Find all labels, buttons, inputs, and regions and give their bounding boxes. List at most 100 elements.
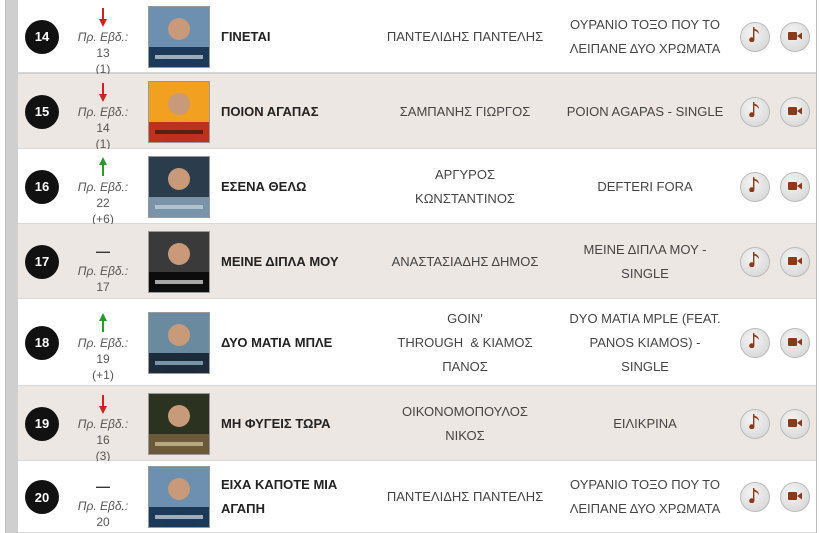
arrow-up-icon (70, 312, 136, 333)
previous-week-label: Πρ. Εβδ.: (77, 29, 129, 44)
album-name-line: ΜΕΙΝΕ ΔΙΠΛΑ ΜΟΥ - (583, 241, 707, 257)
previous-week-position: 14 (96, 120, 110, 135)
music-note-icon (749, 176, 761, 197)
music-note-icon (749, 26, 761, 47)
song-title[interactable]: ΜΕΙΝΕ ΔΙΠΛΑ ΜΟΥ (221, 250, 381, 274)
video-button[interactable] (780, 246, 810, 277)
arrow-up-icon (70, 156, 136, 177)
artist-name-line: ΠΑΝΤΕΛΙΔΗΣ ΠΑΝΤΕΛΗΣ (386, 489, 544, 504)
album-cover[interactable] (148, 5, 210, 68)
song-title[interactable]: ΕΙΧΑ ΚΑΠΟΤΕ ΜΙΑ ΑΓΑΠΗ (221, 473, 381, 521)
trend-info: Πρ. Εβδ.: 14 (1) (70, 82, 136, 152)
album-name[interactable]: ΟΥΡΑΝΙΟ ΤΟΞΟ ΠΟΥ ΤΟ ΛΕΙΠΑΝΕ ΔΥΟ ΧΡΩΜΑΤΑ (554, 473, 736, 521)
arrow-down-icon (70, 394, 136, 414)
artist-name-line: ΝΙΚΟΣ (445, 427, 485, 443)
listen-button[interactable] (740, 96, 770, 127)
music-note-icon (749, 101, 761, 122)
previous-week: Πρ. Εβδ.: 14 (70, 104, 136, 136)
song-title[interactable]: ΓΙΝΕΤΑΙ (221, 25, 381, 49)
chart-row: 19 Πρ. Εβδ.: 16 (3) ΜΗ ΦΥΓΕΙΣ ΤΩΡΑ ΟΙΚΟΝΟΜΟΠ… (18, 386, 816, 464)
previous-week-label: Πρ. Εβδ.: (77, 179, 129, 194)
song-title-line: ΕΙΧΑ ΚΑΠΟΤΕ ΜΙΑ (221, 477, 338, 492)
album-name[interactable]: ΟΥΡΑΝΙΟ ΤΟΞΟ ΠΟΥ ΤΟ ΛΕΙΠΑΝΕ ΔΥΟ ΧΡΩΜΑΤΑ (554, 13, 736, 61)
chart-position: 18 (25, 325, 59, 360)
album-name[interactable]: DYO MATIA MPLE (FEAT. PANOS KIAMOS) - SING… (554, 307, 736, 379)
album-name[interactable]: ΜΕΙΝΕ ΔΙΠΛΑ ΜΟΥ - SINGLE (554, 238, 736, 286)
trend-info: Πρ. Εβδ.: 16 (3) (70, 394, 136, 464)
listen-button[interactable] (740, 171, 770, 202)
song-title[interactable]: ΕΣΕΝΑ ΘΕΛΩ (221, 175, 381, 199)
video-button[interactable] (780, 327, 810, 358)
album-name-line: POION AGAPAS - SINGLE (566, 103, 724, 119)
no-change-indicator: — (96, 242, 110, 259)
video-camera-icon (788, 178, 802, 196)
song-title-line: ΑΓΑΠΗ (221, 501, 265, 516)
artist-name-line: ΑΡΓΥΡΟΣ (435, 166, 495, 182)
album-name-line: DEFTERI FORA (597, 178, 693, 194)
album-name[interactable]: POION AGAPAS - SINGLE (554, 100, 736, 124)
previous-week-label: Πρ. Εβδ.: (77, 263, 129, 278)
previous-week-position: 19 (96, 351, 110, 366)
song-title[interactable]: ΠΟΙΟΝ ΑΓΑΠΑΣ (221, 100, 381, 124)
listen-button[interactable] (740, 246, 770, 277)
artist-name[interactable]: ΠΑΝΤΕΛΙΔΗΣ ΠΑΝΤΕΛΗΣ (384, 25, 546, 49)
chart-position: 19 (25, 406, 59, 441)
previous-week-label: Πρ. Εβδ.: (77, 499, 129, 513)
previous-week-position: 13 (96, 45, 110, 60)
album-name-line: ΛΕΙΠΑΝΕ ΔΥΟ ΧΡΩΜΑΤΑ (569, 40, 721, 56)
previous-week-position: 17 (96, 279, 110, 294)
artist-name[interactable]: ΑΡΓΥΡΟΣ ΚΩΝΣΤΑΝΤΙΝΟΣ (384, 163, 546, 211)
previous-week: Πρ. Εβδ.: 13 (70, 29, 136, 61)
chart-row: 20 — Πρ. Εβδ.: 20 ΕΙΧΑ ΚΑΠΟΤΕ ΜΙΑ ΑΓΑΠΗ ΠΑΝΤΕ… (18, 461, 816, 533)
chart-row: 15 Πρ. Εβδ.: 14 (1) ΠΟΙΟΝ ΑΓΑΠΑΣ ΣΑΜΠΑΝΗΣ ΓΙ… (18, 74, 816, 152)
trend-info: Πρ. Εβδ.: 19 (+1) (70, 312, 136, 383)
video-button[interactable] (780, 21, 810, 52)
listen-button[interactable] (740, 327, 770, 358)
album-name-line: SINGLE (621, 358, 669, 374)
trend-info: — Πρ. Εβδ.: 17 (70, 241, 136, 295)
video-button[interactable] (780, 408, 810, 439)
album-cover[interactable] (148, 80, 210, 143)
artist-name-line: THROUGH & ΚΙΑΜΟΣ (397, 334, 533, 350)
video-camera-icon (788, 334, 802, 352)
artist-name[interactable]: GOIN' THROUGH & ΚΙΑΜΟΣ ΠΑΝΟΣ (384, 307, 546, 379)
no-change-indicator: — (96, 478, 110, 494)
album-name-line: SINGLE (621, 265, 669, 281)
previous-week: Πρ. Εβδ.: 22 (70, 179, 136, 211)
video-button[interactable] (780, 482, 810, 512)
album-cover[interactable] (148, 230, 210, 293)
chart-position: 15 (25, 94, 59, 129)
previous-week-label: Πρ. Εβδ.: (77, 335, 129, 350)
music-note-icon (749, 413, 761, 434)
arrow-down-icon (70, 82, 136, 102)
music-note-icon (749, 251, 761, 272)
album-name[interactable]: DEFTERI FORA (554, 175, 736, 199)
album-cover[interactable] (148, 155, 210, 218)
video-camera-icon (788, 253, 802, 271)
album-cover[interactable] (148, 392, 210, 455)
video-button[interactable] (780, 171, 810, 202)
artist-name[interactable]: ΣΑΜΠΑΝΗΣ ΓΙΩΡΓΟΣ (384, 100, 546, 124)
album-name[interactable]: ΕΙΛΙΚΡΙΝΑ (554, 412, 736, 436)
album-name-line: DYO MATIA MPLE (FEAT. (569, 310, 721, 326)
chart-row: 14 Πρ. Εβδ.: 13 (1) ΓΙΝΕΤΑΙ ΠΑΝΤΕΛΙΔΗΣ ΠΑΝΤΕ… (18, 0, 816, 76)
previous-week: Πρ. Εβδ.: 19 (70, 335, 136, 367)
artist-name[interactable]: ΠΑΝΤΕΛΙΔΗΣ ΠΑΝΤΕΛΗΣ (384, 485, 546, 509)
video-camera-icon (788, 488, 802, 506)
album-name-line: ΕΙΛΙΚΡΙΝΑ (613, 415, 677, 431)
song-title[interactable]: ΔΥΟ ΜΑΤΙΑ ΜΠΛΕ (221, 331, 381, 355)
listen-button[interactable] (740, 21, 770, 52)
video-button[interactable] (780, 96, 810, 127)
artist-name[interactable]: ΟΙΚΟΝΟΜΟΠΟΥΛΟΣ ΝΙΚΟΣ (384, 400, 546, 448)
album-cover[interactable] (148, 311, 210, 374)
previous-week-position: 22 (96, 195, 110, 210)
music-note-icon (749, 487, 761, 508)
album-cover[interactable] (148, 466, 210, 528)
artist-name[interactable]: ΑΝΑΣΤΑΣΙΑΔΗΣ ΔΗΜΟΣ (384, 250, 546, 274)
song-title[interactable]: ΜΗ ΦΥΓΕΙΣ ΤΩΡΑ (221, 412, 381, 436)
listen-button[interactable] (740, 408, 770, 439)
listen-button[interactable] (740, 482, 770, 512)
artist-name-line: ΠΑΝΟΣ (442, 358, 488, 374)
previous-week-label: Πρ. Εβδ.: (77, 416, 129, 431)
video-camera-icon (788, 28, 802, 46)
